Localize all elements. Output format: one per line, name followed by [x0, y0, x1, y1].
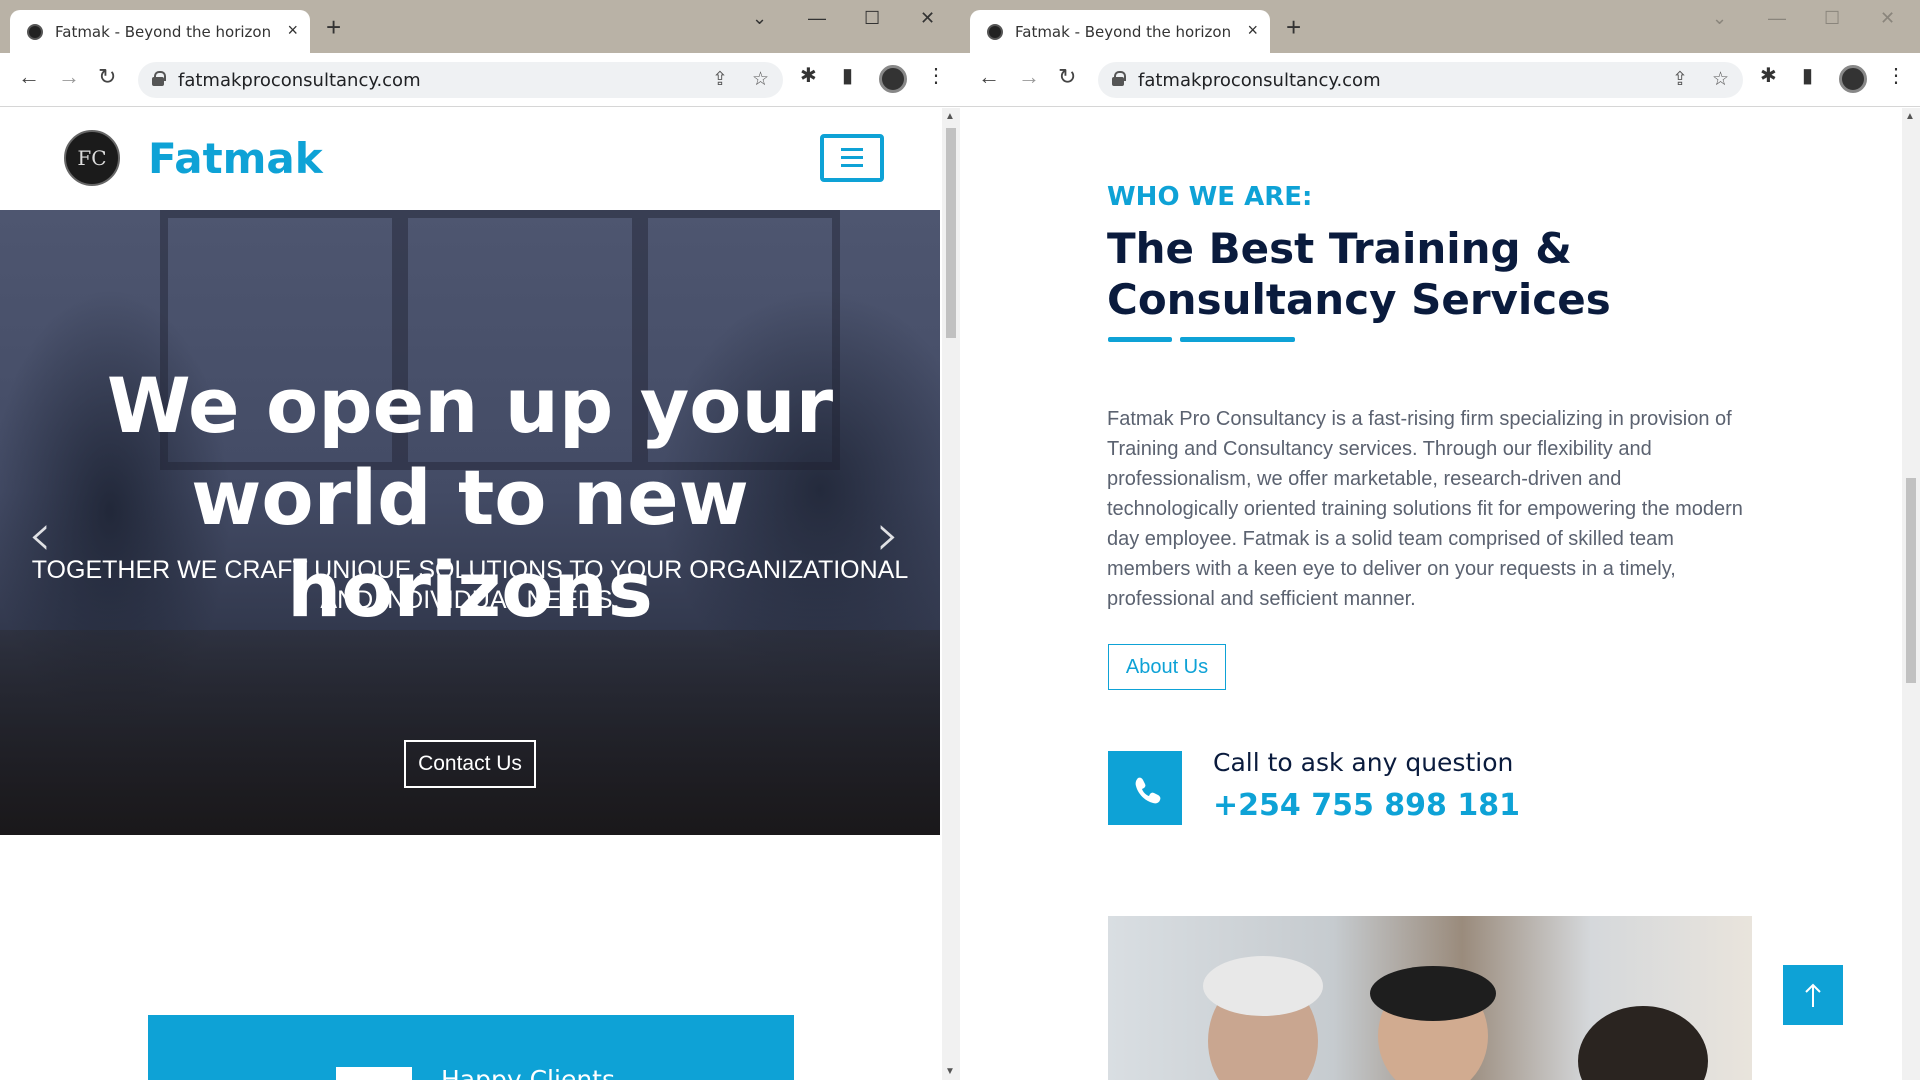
hamburger-line [841, 164, 863, 167]
hamburger-menu-button[interactable] [820, 134, 884, 182]
extensions-icon[interactable]: ✱ [800, 66, 817, 86]
phone-number-link[interactable]: +254 755 898 181 [1213, 788, 1520, 823]
url-text[interactable]: fatmakproconsultancy.com [1138, 70, 1381, 91]
title-underline [1180, 337, 1295, 342]
maximize-icon[interactable]: ☐ [864, 8, 880, 29]
scroll-up-icon[interactable]: ▲ [945, 111, 955, 122]
page-viewport: FC Fatmak We open up your world to new h… [0, 108, 960, 1080]
stat-label: Happy Clients [441, 1065, 615, 1080]
address-bar[interactable]: fatmakproconsultancy.com ⇪ ☆ [1098, 62, 1743, 98]
tab-title: Fatmak - Beyond the horizon [1015, 23, 1232, 41]
maximize-icon[interactable]: ☐ [1824, 8, 1840, 29]
site-favicon-icon [27, 24, 43, 40]
tab-title: Fatmak - Beyond the horizon [55, 23, 272, 41]
tab-strip: Fatmak - Beyond the horizon × + ⌄ — ☐ ✕ [0, 0, 960, 53]
carousel-prev-icon[interactable]: ‹ [28, 500, 52, 570]
carousel-next-icon[interactable]: › [876, 500, 900, 570]
stats-band: Happy Clients [148, 1015, 794, 1080]
browser-tab[interactable]: Fatmak - Beyond the horizon × [10, 10, 310, 53]
tab-strip: Fatmak - Beyond the horizon × + ⌄ — ☐ ✕ [960, 0, 1920, 53]
phone-icon [1135, 777, 1161, 804]
meeting-photo [1108, 916, 1752, 1080]
vertical-scrollbar[interactable]: ▲ ▼ [942, 108, 960, 1080]
about-us-button[interactable]: About Us [1108, 644, 1226, 690]
hamburger-line [841, 156, 863, 159]
back-icon[interactable]: ← [18, 66, 40, 88]
bookmark-star-icon[interactable]: ☆ [1712, 68, 1729, 91]
profile-avatar[interactable] [1839, 65, 1867, 93]
side-panel-icon[interactable]: ▮ [842, 66, 853, 86]
url-text[interactable]: fatmakproconsultancy.com [178, 70, 421, 91]
phone-icon-box[interactable] [1108, 751, 1182, 825]
reload-icon[interactable]: ↻ [1058, 66, 1076, 88]
browser-tab[interactable]: Fatmak - Beyond the horizon × [970, 10, 1270, 53]
stat-icon [336, 1067, 412, 1080]
site-favicon-icon [987, 24, 1003, 40]
chrome-menu-icon[interactable]: ⋮ [926, 66, 946, 86]
photo-person [1578, 1006, 1708, 1080]
lock-icon[interactable] [152, 71, 166, 86]
scrollbar-thumb[interactable] [1906, 478, 1916, 683]
page-viewport: WHO WE ARE: The Best Training & Consulta… [960, 108, 1920, 1080]
lock-icon[interactable] [1112, 71, 1126, 86]
hero-floor [0, 630, 940, 835]
site-header: FC Fatmak [0, 108, 942, 210]
arrow-up-icon [1805, 983, 1821, 1007]
forward-icon[interactable]: → [58, 66, 80, 88]
hero-subtitle: TOGETHER WE CRAFT UNIQUE SOLUTIONS TO YO… [31, 556, 909, 614]
back-icon[interactable]: ← [978, 66, 1000, 88]
chrome-menu-icon[interactable]: ⋮ [1886, 66, 1906, 86]
photo-hair [1370, 966, 1496, 1021]
vertical-scrollbar[interactable]: ▲ [1902, 108, 1920, 1080]
new-tab-button[interactable]: + [1286, 14, 1301, 40]
browser-window-left: Fatmak - Beyond the horizon × + ⌄ — ☐ ✕ … [0, 0, 960, 1080]
back-to-top-button[interactable] [1783, 965, 1843, 1025]
section-title: The Best Training & Consultancy Services [1107, 224, 1611, 324]
section-kicker: WHO WE ARE: [1107, 182, 1313, 212]
profile-avatar[interactable] [879, 65, 907, 93]
contact-us-button[interactable]: Contact Us [404, 740, 536, 788]
hero-carousel: We open up your world to new horizons TO… [0, 210, 940, 835]
share-icon[interactable]: ⇪ [1672, 68, 1688, 91]
forward-icon[interactable]: → [1018, 66, 1040, 88]
tab-search-icon[interactable]: ⌄ [752, 8, 767, 29]
new-tab-button[interactable]: + [326, 14, 341, 40]
reload-icon[interactable]: ↻ [98, 66, 116, 88]
close-window-icon[interactable]: ✕ [920, 8, 935, 29]
site-logo[interactable]: FC [64, 130, 120, 186]
side-panel-icon[interactable]: ▮ [1802, 66, 1813, 86]
tab-search-icon[interactable]: ⌄ [1712, 8, 1727, 29]
photo-hair [1203, 956, 1323, 1016]
call-label: Call to ask any question [1213, 748, 1514, 777]
close-window-icon[interactable]: ✕ [1880, 8, 1895, 29]
scrollbar-thumb[interactable] [946, 128, 956, 338]
tab-close-icon[interactable]: × [287, 20, 298, 41]
extensions-icon[interactable]: ✱ [1760, 66, 1777, 86]
tab-close-icon[interactable]: × [1247, 20, 1258, 41]
brand-name[interactable]: Fatmak [148, 134, 323, 183]
minimize-icon[interactable]: — [808, 8, 826, 29]
title-underline [1108, 337, 1172, 342]
browser-window-right: Fatmak - Beyond the horizon × + ⌄ — ☐ ✕ … [960, 0, 1920, 1080]
hamburger-line [841, 148, 863, 151]
share-icon[interactable]: ⇪ [712, 68, 728, 91]
scroll-up-icon[interactable]: ▲ [1905, 111, 1915, 122]
bookmark-star-icon[interactable]: ☆ [752, 68, 769, 91]
address-bar[interactable]: fatmakproconsultancy.com ⇪ ☆ [138, 62, 783, 98]
about-paragraph: Fatmak Pro Consultancy is a fast-rising … [1107, 408, 1743, 610]
browser-toolbar: ← → ↻ fatmakproconsultancy.com ⇪ ☆ ✱ ▮ ⋮ [0, 53, 960, 107]
scroll-down-icon[interactable]: ▼ [945, 1066, 955, 1077]
browser-toolbar: ← → ↻ fatmakproconsultancy.com ⇪ ☆ ✱ ▮ ⋮ [960, 53, 1920, 107]
minimize-icon[interactable]: — [1768, 8, 1786, 29]
